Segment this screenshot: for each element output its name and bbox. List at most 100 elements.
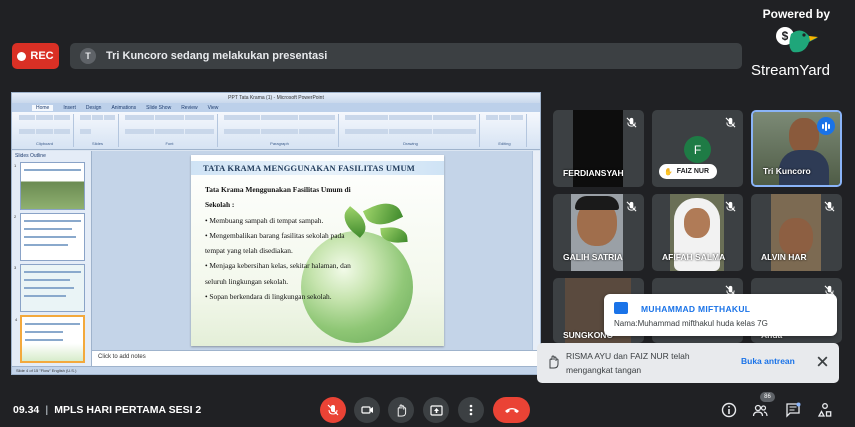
participant-name: GALIH SATRIA	[563, 252, 623, 262]
mic-off-icon	[824, 201, 835, 212]
ppt-tab: View	[207, 104, 219, 111]
raised-hand-icon: ✋	[664, 168, 673, 176]
bottom-toolbar: 09.34 | MPLS HARI PERTAMA SESI 2 86	[0, 392, 855, 427]
mic-toggle-button[interactable]	[320, 397, 346, 423]
ppt-tab: Home	[32, 104, 54, 111]
clock: 09.34	[13, 404, 40, 416]
ribbon-group: Drawing	[342, 114, 480, 147]
slide-thumbnail-selected: 4	[15, 315, 85, 363]
streamyard-logo-icon: $	[776, 27, 818, 53]
open-queue-button[interactable]: Buka antrean	[741, 356, 795, 366]
ppt-main-area: Slides Outline 1 2 3 4 TATA KRAMA MENGGU…	[12, 151, 540, 366]
mic-off-icon	[725, 201, 736, 212]
participant-face	[789, 118, 819, 154]
slide-canvas: TATA KRAMA MENGGUNAKAN FASILITAS UMUM Ta…	[92, 151, 540, 366]
slide-heading: Tata Krama Menggunakan Fasilitas Umum di	[205, 185, 351, 194]
slide-bullet: • Sopan berkendara di lingkungan sekolah…	[205, 292, 332, 302]
raised-hands-line: RISMA AYU dan FAIZ NUR telah	[566, 351, 690, 361]
end-call-icon	[504, 408, 519, 413]
slide-thumbnail: 1	[14, 162, 85, 210]
people-icon[interactable]	[752, 402, 768, 418]
participant-hair	[575, 196, 619, 210]
leave-call-button[interactable]	[493, 397, 530, 423]
ppt-tab: Animations	[111, 104, 137, 111]
raise-hand-button[interactable]	[388, 397, 414, 423]
participant-name: ALVIN HAR	[761, 252, 807, 262]
speaking-indicator-icon	[817, 117, 835, 135]
activities-icon[interactable]	[817, 402, 833, 418]
raised-hands-toast: RISMA AYU dan FAIZ NUR telah mengangkat …	[537, 343, 839, 383]
slide-bullet: • Membuang sampah di tempat sampah.	[205, 215, 324, 225]
mic-off-icon	[327, 404, 339, 416]
slide-thumbnail: 2	[14, 213, 85, 261]
slides-panel: Slides Outline 1 2 3 4	[12, 151, 92, 366]
current-slide: TATA KRAMA MENGGUNAKAN FASILITAS UMUM Ta…	[191, 155, 444, 346]
more-vert-icon	[469, 404, 473, 416]
present-screen-button[interactable]	[423, 397, 449, 423]
presenter-avatar: T	[80, 48, 96, 64]
slide-title: TATA KRAMA MENGGUNAKAN FASILITAS UMUM	[203, 163, 416, 173]
ribbon-group: Clipboard	[16, 114, 74, 147]
participant-tile[interactable]: F ✋ FAIZ NUR	[652, 110, 743, 187]
ppt-status-bar: Slide 4 of 15 "Flow" English (U.S.)	[12, 366, 540, 374]
participant-name: FAIZ NUR	[676, 168, 709, 175]
raise-hand-icon	[397, 403, 407, 417]
slide-bullet-cont: tempat yang telah disediakan.	[205, 246, 293, 256]
record-dot-icon	[17, 51, 27, 61]
chat-message-icon	[614, 302, 628, 314]
ppt-tab: Review	[181, 104, 198, 111]
presenting-text: Tri Kuncoro sedang melakukan presentasi	[106, 50, 328, 62]
ppt-ribbon-tabs: Home Insert Design Animations Slide Show…	[12, 103, 540, 112]
notes-pane: Click to add notes	[92, 350, 540, 366]
participant-tile[interactable]: AFIFAH SALMA	[652, 194, 743, 271]
mic-off-icon	[626, 201, 637, 212]
chat-icon[interactable]	[785, 402, 801, 418]
camera-toggle-button[interactable]	[354, 397, 380, 423]
participant-count-badge: 86	[760, 392, 775, 402]
streamyard-logo: $ StreamYard	[751, 26, 843, 82]
slide-bullet: • Mengembalikan barang fasilitas sekolah…	[205, 230, 345, 240]
chat-message-text: Nama:Muhammad mifthakul huda kelas 7G	[614, 319, 768, 328]
recording-indicator: REC	[12, 43, 59, 69]
chat-notification[interactable]: MUHAMMAD MIFTHAKUL Nama:Muhammad mifthak…	[604, 294, 837, 336]
ribbon-group: Paragraph	[221, 114, 339, 147]
info-icon[interactable]	[721, 402, 737, 418]
participant-face	[779, 218, 813, 256]
participant-avatar: F	[684, 136, 711, 163]
raised-hand-icon	[549, 355, 559, 369]
ppt-tab: Slide Show	[146, 104, 172, 111]
close-icon[interactable]	[816, 355, 829, 368]
more-options-button[interactable]	[458, 397, 484, 423]
camera-icon	[360, 406, 373, 414]
participant-tile[interactable]: ALVIN HAR	[751, 194, 842, 271]
mic-off-icon	[725, 117, 736, 128]
participant-tile-speaking[interactable]: Tri Kuncoro	[751, 110, 842, 187]
participant-tile[interactable]: FERDIANSYAH	[553, 110, 644, 187]
recording-label: REC	[30, 50, 54, 62]
ppt-tab: Insert	[63, 104, 76, 111]
meeting-info: 09.34 | MPLS HARI PERTAMA SESI 2	[13, 404, 202, 416]
powered-by-label: Powered by	[762, 7, 830, 21]
slide-thumbnail: 3	[14, 264, 85, 312]
ribbon-group: Slides	[77, 114, 119, 147]
ppt-window-title: PPT Tata Krama (1) - Microsoft PowerPoin…	[12, 93, 540, 103]
slides-panel-tabs: Slides Outline	[15, 153, 46, 159]
streamyard-logo-text: StreamYard	[751, 62, 830, 79]
slide-heading-cont: Sekolah :	[205, 200, 235, 210]
meeting-name: MPLS HARI PERTAMA SESI 2	[54, 404, 202, 416]
shared-screen: PPT Tata Krama (1) - Microsoft PowerPoin…	[11, 92, 541, 375]
ppt-tab: Design	[85, 104, 102, 111]
ribbon-group: Font	[122, 114, 218, 147]
slide-bullet: • Menjaga kebersihan kelas, sekitar hala…	[205, 261, 351, 271]
hand-raised-badge: ✋ FAIZ NUR	[659, 164, 717, 179]
participant-name: AFIFAH SALMA	[662, 252, 726, 262]
ppt-scrollbar	[532, 151, 540, 351]
slide-body: Tata Krama Menggunakan Fasilitas Umum di…	[205, 182, 395, 304]
participant-face	[684, 208, 710, 238]
raised-hands-line: mengangkat tangan	[566, 365, 642, 375]
slide-bullet-cont: seluruh lingkungan sekolah.	[205, 276, 289, 286]
svg-text:$: $	[782, 29, 789, 43]
raised-hands-text: RISMA AYU dan FAIZ NUR telah mengangkat …	[566, 349, 726, 377]
participant-tile[interactable]: GALIH SATRIA	[553, 194, 644, 271]
participant-name: FERDIANSYAH	[563, 168, 624, 178]
